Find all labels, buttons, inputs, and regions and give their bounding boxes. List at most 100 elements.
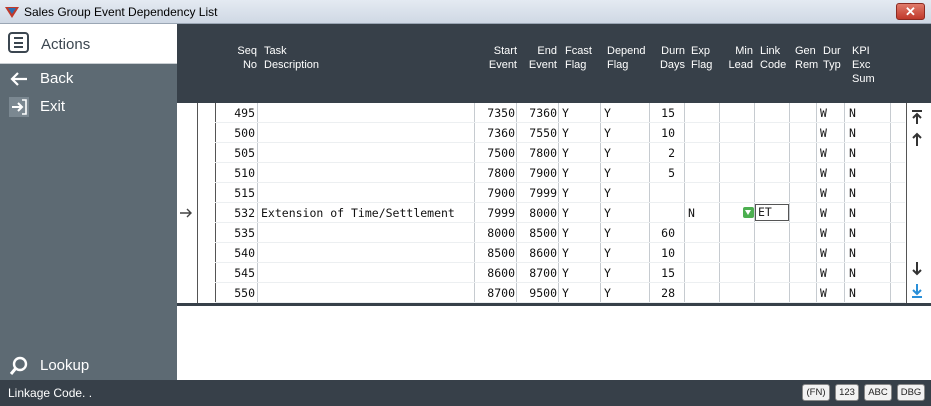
cell-start: 8700 bbox=[487, 286, 515, 300]
cell-fcast: Y bbox=[562, 146, 569, 160]
cell-start: 7999 bbox=[487, 206, 515, 220]
col-header-link[interactable]: Link Code bbox=[760, 44, 790, 72]
col-header-min-lead[interactable]: Min Lead bbox=[723, 44, 753, 72]
col-header-task[interactable]: Task Description bbox=[264, 44, 384, 72]
grid-header: Seq No Task Description Start Event End Even… bbox=[177, 24, 931, 103]
cell-durtyp: W bbox=[820, 286, 827, 300]
cell-fcast: Y bbox=[562, 126, 569, 140]
table-row[interactable]: 550 8700 9500 Y Y 28 W N bbox=[177, 283, 907, 303]
cell-start: 7900 bbox=[487, 186, 515, 200]
cell-durtyp: W bbox=[820, 146, 827, 160]
col-header-exp[interactable]: Exp Flag bbox=[691, 44, 721, 72]
cell-kpi: N bbox=[849, 246, 856, 260]
cell-durtyp: W bbox=[820, 186, 827, 200]
cell-durtyp: W bbox=[820, 166, 827, 180]
sidebar-item-lookup[interactable]: Lookup bbox=[0, 353, 177, 379]
cell-depend: Y bbox=[604, 126, 611, 140]
col-header-depend[interactable]: Depend Flag bbox=[607, 44, 653, 72]
fn-key-button[interactable]: (FN) bbox=[802, 384, 830, 401]
cell-start: 7360 bbox=[487, 126, 515, 140]
col-header-end[interactable]: End Event bbox=[517, 44, 557, 72]
cell-durn: 10 bbox=[661, 246, 675, 260]
cell-kpi: N bbox=[849, 186, 856, 200]
cell-fcast: Y bbox=[562, 266, 569, 280]
cell-exp bbox=[688, 143, 708, 163]
current-row-arrow-icon bbox=[180, 208, 192, 218]
cell-depend: Y bbox=[604, 186, 611, 200]
status-bar: Linkage Code. . (FN) 123 ABC DBG bbox=[0, 380, 931, 406]
cell-depend: Y bbox=[604, 206, 611, 220]
cell-durn: 15 bbox=[661, 266, 675, 280]
scroll-up-icon[interactable] bbox=[909, 131, 925, 147]
scroll-down-icon[interactable] bbox=[909, 261, 925, 277]
cell-task bbox=[261, 123, 473, 143]
cell-task bbox=[261, 263, 473, 283]
close-button[interactable]: ✕ bbox=[896, 3, 925, 20]
cell-fcast: Y bbox=[562, 166, 569, 180]
cell-end: 8700 bbox=[529, 266, 557, 280]
cell-seq: 515 bbox=[234, 186, 255, 200]
sidebar-item-back[interactable]: Back bbox=[0, 66, 177, 92]
col-header-fcast[interactable]: Fcast Flag bbox=[565, 44, 601, 72]
cell-exp bbox=[688, 283, 708, 303]
cell-kpi: N bbox=[849, 206, 856, 220]
cell-exp bbox=[688, 243, 708, 263]
cell-depend: Y bbox=[604, 286, 611, 300]
cell-exp bbox=[688, 163, 708, 183]
cell-start: 8600 bbox=[487, 266, 515, 280]
alpha-mode-button[interactable]: ABC bbox=[864, 384, 892, 401]
col-header-kpi[interactable]: KPI Exc Sum bbox=[852, 44, 882, 86]
cell-kpi: N bbox=[849, 266, 856, 280]
cell-start: 7500 bbox=[487, 146, 515, 160]
scroll-top-icon[interactable] bbox=[909, 109, 925, 125]
cell-exp bbox=[688, 183, 708, 203]
table-row[interactable]: 532 Extension of Time/Settlement 7999 8000 Y… bbox=[177, 203, 907, 223]
table-row[interactable]: 540 8500 8600 Y Y 10 W N bbox=[177, 243, 907, 263]
app-logo-icon bbox=[5, 7, 19, 18]
table-row[interactable]: 495 7350 7360 Y Y 15 W N bbox=[177, 103, 907, 123]
cell-durtyp: W bbox=[820, 226, 827, 240]
cell-seq: 535 bbox=[234, 226, 255, 240]
cell-durtyp: W bbox=[820, 126, 827, 140]
table-row[interactable]: 515 7900 7999 Y Y W N bbox=[177, 183, 907, 203]
cell-seq: 545 bbox=[234, 266, 255, 280]
cell-seq: 540 bbox=[234, 246, 255, 260]
sidebar-item-exit[interactable]: Exit bbox=[0, 94, 177, 120]
cell-end: 7999 bbox=[529, 186, 557, 200]
table-row[interactable]: 545 8600 8700 Y Y 15 W N bbox=[177, 263, 907, 283]
cell-fcast: Y bbox=[562, 186, 569, 200]
status-message: Linkage Code. . bbox=[8, 386, 93, 400]
table-row[interactable]: 500 7360 7550 Y Y 10 W N bbox=[177, 123, 907, 143]
cell-durn bbox=[651, 203, 675, 223]
cell-fcast: Y bbox=[562, 106, 569, 120]
cell-exp bbox=[688, 263, 708, 283]
table-row[interactable]: 510 7800 7900 Y Y 5 W N bbox=[177, 163, 907, 183]
actions-header[interactable]: Actions bbox=[0, 24, 177, 64]
cell-seq: 532 bbox=[234, 206, 255, 220]
cell-end: 7360 bbox=[529, 106, 557, 120]
col-header-start[interactable]: Start Event bbox=[475, 44, 517, 72]
scroll-bottom-icon[interactable] bbox=[909, 283, 925, 299]
col-header-gen[interactable]: Gen Rem bbox=[795, 44, 821, 72]
cell-durtyp: W bbox=[820, 106, 827, 120]
cell-fcast: Y bbox=[562, 206, 569, 220]
table-row[interactable]: 535 8000 8500 Y Y 60 W N bbox=[177, 223, 907, 243]
min-lead-flag-icon bbox=[743, 207, 754, 218]
cell-seq: 505 bbox=[234, 146, 255, 160]
col-header-dur-typ[interactable]: Dur Typ bbox=[823, 44, 849, 72]
cell-kpi: N bbox=[849, 166, 856, 180]
cell-seq: 495 bbox=[234, 106, 255, 120]
cell-end: 8600 bbox=[529, 246, 557, 260]
numeric-mode-button[interactable]: 123 bbox=[835, 384, 859, 401]
grid-rows: 495 7350 7360 Y Y 15 W N 500 7360 7550 Y Y 10 W N 505 750… bbox=[177, 103, 907, 303]
cell-durtyp: W bbox=[820, 266, 827, 280]
col-header-durn[interactable]: Durn Days bbox=[651, 44, 685, 72]
table-row[interactable]: 505 7500 7800 Y Y 2 W N bbox=[177, 143, 907, 163]
sidebar-item-label: Lookup bbox=[40, 357, 90, 374]
debug-button[interactable]: DBG bbox=[897, 384, 925, 401]
cell-durn bbox=[651, 183, 675, 203]
col-header-seq[interactable]: Seq No bbox=[221, 44, 257, 72]
cell-kpi: N bbox=[849, 126, 856, 140]
cell-durn: 15 bbox=[661, 106, 675, 120]
link-code-field[interactable]: ET bbox=[755, 204, 789, 221]
